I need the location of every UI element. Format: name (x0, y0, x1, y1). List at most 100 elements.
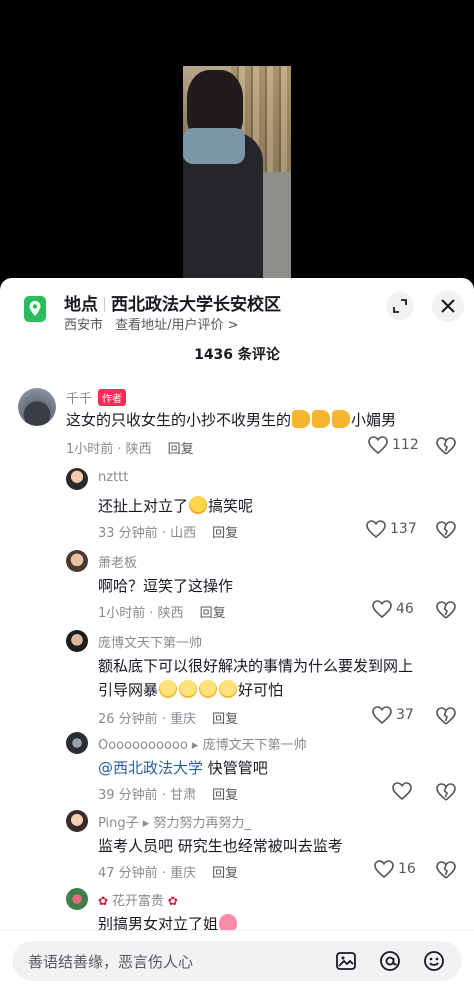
video-player[interactable] (0, 0, 474, 282)
comment-author[interactable]: nzttt (98, 470, 128, 485)
reply-arrow-icon: ▸ (187, 738, 203, 753)
avatar[interactable] (66, 888, 88, 910)
thumbs-up-emoji-icon (332, 410, 351, 428)
thumbs-up-emoji-icon (292, 410, 311, 428)
broken-heart-icon[interactable] (436, 600, 456, 620)
scared-emoji-icon (179, 680, 198, 698)
scared-emoji-icon (159, 680, 178, 698)
avatar[interactable] (66, 810, 88, 832)
reply-button[interactable]: 回复 (168, 442, 194, 457)
image-icon[interactable] (334, 949, 358, 973)
reply-arrow-icon: ▸ (138, 816, 154, 831)
comment-text-line2: 引导网暴 好可怕 (98, 680, 284, 699)
like-button[interactable]: 137 (366, 520, 417, 538)
comment-author[interactable]: 千千 作者 (66, 388, 127, 407)
comment-item[interactable]: 萧老板 啊哈？逗笑了这操作 1小时前 · 陕西 回复 46 (0, 546, 474, 624)
video-thumbnail (183, 66, 291, 282)
rose-emoji-icon: ✿ (163, 894, 178, 908)
rose-emoji-icon: ✿ (98, 894, 112, 908)
video-subject-scarf (183, 128, 245, 164)
avatar[interactable] (66, 630, 88, 652)
emoji-icon[interactable] (422, 949, 446, 973)
comment-author[interactable]: Ooooooooooo ▸ 庞博文天下第一帅 (98, 734, 307, 753)
thumbs-up-emoji-icon (312, 410, 331, 428)
location-divider (104, 297, 105, 312)
heart-icon (366, 520, 386, 538)
comment-item[interactable]: nzttt 还扯上对立了 搞笑呢 33 分钟前 · 山西 回复 137 (0, 464, 474, 544)
location-city: 西安市 (64, 318, 104, 333)
comment-meta: 1小时前 · 陕西 回复 (66, 442, 194, 457)
reply-button[interactable]: 回复 (212, 526, 238, 541)
like-button[interactable] (392, 782, 416, 800)
broken-heart-icon[interactable] (436, 706, 456, 726)
avatar[interactable] (18, 388, 56, 426)
comment-item[interactable]: Ping子 ▸ 努力努力再努力_ 监考人员吧 研究生也经常被叫去监考 47 分钟… (0, 806, 474, 884)
location-header[interactable]: 地点 西北政法大学长安校区 西安市 查看地址/用户评价 > (0, 278, 474, 338)
reply-to-name[interactable]: 努力努力再努力_ (153, 816, 251, 831)
comment-meta: 1小时前 · 陕西 回复 (98, 606, 226, 621)
comment-text: 监考人员吧 研究生也经常被叫去监考 (98, 837, 343, 855)
laughing-emoji-icon (189, 496, 208, 514)
expand-icon (393, 299, 407, 313)
broken-heart-icon[interactable] (436, 436, 456, 456)
avatar[interactable] (66, 732, 88, 754)
avatar[interactable] (66, 468, 88, 490)
like-button[interactable]: 16 (374, 860, 416, 878)
comment-input-bar: 善语结善缘，恶言伤人心 (0, 930, 474, 988)
location-subline: 西安市 查看地址/用户评价 > (64, 314, 239, 333)
close-button[interactable] (432, 290, 464, 322)
like-count: 37 (396, 707, 414, 723)
comment-author[interactable]: 萧老板 (98, 552, 137, 571)
comment-text: @西北政法大学 快管管吧 (98, 759, 268, 777)
expand-button[interactable] (386, 292, 414, 320)
scared-emoji-icon (199, 680, 218, 698)
reply-button[interactable]: 回复 (212, 866, 238, 881)
comment-text: 还扯上对立了 搞笑呢 (98, 496, 254, 515)
comment-item[interactable]: 庞博文天下第一帅 额私底下可以很好解决的事情为什么要发到网上 引导网暴 好可怕 2… (0, 626, 474, 727)
like-button[interactable]: 112 (368, 436, 419, 454)
like-count: 112 (392, 437, 419, 453)
comment-text-line1: 额私底下可以很好解决的事情为什么要发到网上 (98, 657, 414, 675)
comment-item[interactable]: 千千 作者 这女的只收女生的小抄不收男生的 小媚男 1小时前 · 陕西 回复 112 (0, 382, 474, 462)
author-badge: 作者 (98, 389, 127, 406)
heart-icon (372, 600, 392, 618)
broken-heart-icon[interactable] (436, 520, 456, 540)
comment-sheet: 地点 西北政法大学长安校区 西安市 查看地址/用户评价 > 1436 条评论 千千… (0, 278, 474, 988)
reply-button[interactable]: 回复 (212, 788, 238, 803)
comment-meta: 39 分钟前 · 甘肃 回复 (98, 788, 239, 803)
avatar[interactable] (66, 550, 88, 572)
reply-button[interactable]: 回复 (212, 712, 238, 727)
comment-text: 这女的只收女生的小抄不收男生的 小媚男 (66, 410, 397, 429)
comment-input[interactable]: 善语结善缘，恶言伤人心 (12, 941, 462, 981)
location-place: 西北政法大学长安校区 (111, 295, 281, 315)
mention-link[interactable]: @西北政法大学 (98, 759, 203, 777)
view-address-link[interactable]: 查看地址/用户评价 > (115, 318, 238, 333)
comment-meta: 26 分钟前 · 重庆 回复 (98, 712, 239, 727)
comment-input-placeholder: 善语结善缘，恶言伤人心 (28, 953, 194, 971)
like-count: 46 (396, 601, 414, 617)
comment-item[interactable]: Ooooooooooo ▸ 庞博文天下第一帅 @西北政法大学 快管管吧 39 分… (0, 728, 474, 806)
location-label: 地点 (64, 295, 98, 315)
reply-button[interactable]: 回复 (200, 606, 226, 621)
heart-icon (374, 860, 394, 878)
comment-author[interactable]: Ping子 ▸ 努力努力再努力_ (98, 812, 251, 831)
comment-text: 啊哈？逗笑了这操作 (98, 577, 234, 595)
like-count: 16 (398, 861, 416, 877)
broken-heart-icon[interactable] (436, 860, 456, 880)
broken-heart-icon[interactable] (436, 782, 456, 802)
comment-meta: 47 分钟前 · 重庆 回复 (98, 866, 239, 881)
like-count: 137 (390, 521, 417, 537)
at-icon[interactable] (378, 949, 402, 973)
like-button[interactable]: 37 (372, 706, 414, 724)
like-button[interactable]: 46 (372, 600, 414, 618)
comment-count: 1436 条评论 (194, 347, 280, 363)
close-icon (441, 299, 455, 313)
comment-author[interactable]: ✿ 花开富贵 ✿ (98, 890, 178, 909)
reply-to-name[interactable]: 庞博文天下第一帅 (203, 738, 307, 753)
location-title[interactable]: 地点 西北政法大学长安校区 (64, 290, 281, 315)
comment-author[interactable]: 庞博文天下第一帅 (98, 632, 202, 651)
map-pin-icon (24, 296, 46, 322)
scared-emoji-icon (219, 680, 238, 698)
heart-icon (392, 782, 412, 800)
comment-item[interactable]: ✿ 花开富贵 ✿ 别搞男女对立了姐 (0, 884, 474, 934)
